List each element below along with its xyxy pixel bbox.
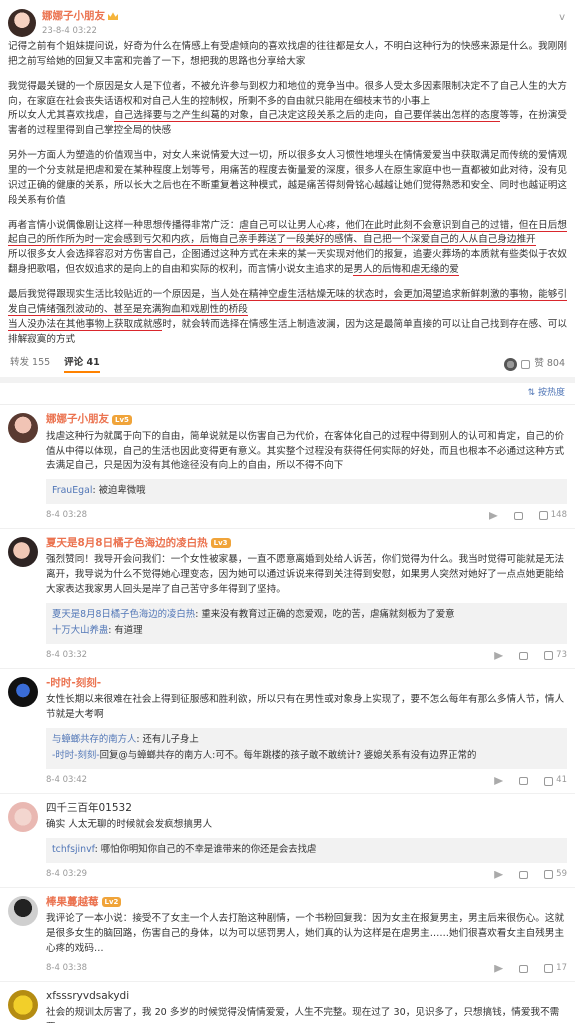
comment-text: 找虐这种行为就属于向下的自由，简单说就是以伤害自己为代价，在客体化自己的过程中得… [46,430,565,472]
commenter-avatar[interactable] [8,536,38,567]
comment-icon[interactable] [519,964,529,973]
more-options-icon[interactable]: v [559,10,565,26]
comment-icon[interactable] [519,651,529,660]
reply-text: : 被迫卑微哦 [92,485,146,497]
share-icon[interactable] [494,870,504,879]
thumb-up-icon [544,776,554,786]
reply-author[interactable]: 夏天是8月8日橘子色海边的凌白热 [52,609,195,620]
reply-box[interactable]: 夏天是8月8日橘子色海边的凌白热: 重来没有教育过正确的恋爱观，吃的苦，虐痛就刻… [46,602,567,644]
share-icon[interactable] [494,651,504,660]
comment-icon[interactable] [519,777,529,786]
comment-item: 四千三百年01532 确实 人太无聊的时候就会发疯想搞男人 tchfsjinvf… [0,794,575,888]
comment-like-button[interactable]: 73 [544,649,567,662]
comment-like-button[interactable]: 41 [544,774,567,787]
commenter-name[interactable]: 夏天是8月8日橘子色海边的凌白热 Lv3 [46,535,567,551]
comment-text: 社会的规训太厉害了，我 20 多岁的时候觉得没情情爱爱，人生不完整。现在过了 3… [46,1006,560,1023]
thumb-up-icon [544,651,554,661]
thumb-up-icon [521,359,531,369]
comment-list: 娜娜子小朋友 Lv5 找虐这种行为就属于向下的自由，简单说就是以伤害自己为代价，在… [0,405,575,1023]
comment-item: xfsssryvdsakydi 社会的规训太厉害了，我 20 多岁的时候觉得没情… [0,982,575,1023]
commenter-name[interactable]: xfsssryvdsakydi [46,988,567,1004]
author-name[interactable]: 娜娜子小朋友 [42,8,118,24]
comment-item: -时时-刻刻- 女性长期以来很难在社会上得到征服感和胜利欲，所以只有在男性或对象… [0,669,575,795]
comment-time: 8-4 03:32 [46,650,88,661]
commenter-name[interactable]: 四千三百年01532 [46,800,567,816]
post-paragraph: 记得之前有个姐妹提问说，好奇为什么在情感上有受虐倾向的喜欢找虐的往往都是女人，不… [8,41,567,67]
comment-icon[interactable] [519,870,529,879]
post-like-button[interactable]: 赞 804 [504,357,565,372]
commenter-name[interactable]: 棒果蔓越莓 Lv2 [46,894,567,910]
post-paragraph: 再者言情小说偶像剧让这样一种思想传播得非常广泛：虐自己可以让男人心疼，他们在此时… [8,219,567,277]
reply-item[interactable]: 与蟑螂共存的南方人: 还有儿子身上 [52,732,561,749]
thumb-up-icon [544,870,554,880]
comment-text: 确实 人太无聊的时候就会发疯想搞男人 [46,819,213,831]
thumb-up-icon [538,511,548,521]
underlined-text: 自己选择要与之产生纠葛的对象，自己决定这段关系之后的走向，自己要佯装出怎样的态度 [114,110,500,123]
reply-author[interactable]: -时时-刻刻- [52,750,100,761]
underlined-text: 男人的后悔和虐无缘的爱 [353,264,459,277]
liker-avatar [504,357,518,371]
sort-icon: ⇅ [527,388,538,398]
comment-time: 8-4 03:28 [46,510,88,521]
tab-comments[interactable]: 评论 41 [64,356,100,373]
comment-like-button[interactable]: 148 [538,509,567,522]
comment-like-button[interactable]: 59 [544,868,567,881]
reply-text: 回复@与蟑螂共存的南方人:可不。每年跳楼的孩子敢不敢统计? 婆媳关系有没有边界正… [99,750,477,762]
thumb-up-icon [544,964,554,974]
comment-item: 棒果蔓越莓 Lv2 我评论了一本小说：接受不了女主一个人去打胎这种剧情，一个书粉回… [0,888,575,982]
post-stats-bar: 转发 155 评论 41 赞 804 [8,351,567,377]
comment-text: 强烈赞同！我导开会问我们：一个女性被家暴，一直不愿意离婚到处给人诉苦，你们觉得为… [46,554,565,595]
reply-text: : 哪怕你明知你自己的不幸是谁带来的你还是会去找虐 [94,844,317,856]
reply-text: : 有道理 [108,625,143,637]
commenter-name[interactable]: -时时-刻刻- [46,675,567,691]
commenter-avatar[interactable] [8,989,38,1020]
comment-text: 我评论了一本小说：接受不了女主一个人去打胎这种剧情，一个书粉回复我：因为女主在报… [46,913,565,954]
author-avatar[interactable] [8,9,36,37]
post-body: 记得之前有个姐妹提问说，好奇为什么在情感上有受虐倾向的喜欢找虐的往往都是女人，不… [8,40,568,347]
comment-time: 8-4 03:29 [46,869,88,880]
post-time: 23-8-4 03:22 [42,25,97,36]
comment-item: 娜娜子小朋友 Lv5 找虐这种行为就属于向下的自由，简单说就是以伤害自己为代价，在… [0,405,575,529]
weibo-post: 娜娜子小朋友 23-8-4 03:22 v 记得之前有个姐妹提问说，好奇为什么在… [0,0,575,377]
reply-author[interactable]: 与蟑螂共存的南方人 [52,734,136,745]
reply-box[interactable]: tchfsjinvf: 哪怕你明知你自己的不幸是谁带来的你还是会去找虐 [46,838,567,863]
commenter-avatar[interactable] [8,895,38,926]
level-badge: Lv2 [101,896,122,907]
reply-box[interactable]: FrauEgal: 被迫卑微哦 [46,479,567,504]
post-header: 娜娜子小朋友 23-8-4 03:22 v [8,6,567,40]
commenter-name[interactable]: 娜娜子小朋友 Lv5 [46,411,567,427]
comment-text: 女性长期以来很难在社会上得到征服感和胜利欲，所以只有在男性或对象身上实现了，要不… [46,694,565,721]
tab-repost[interactable]: 转发 155 [10,356,50,373]
commenter-avatar[interactable] [8,676,38,707]
reply-item[interactable]: FrauEgal: 被迫卑微哦 [52,483,561,500]
underlined-text: 当人没办法在其他事物上获取成就感 [8,318,163,331]
reply-author[interactable]: FrauEgal [52,485,92,496]
commenter-avatar[interactable] [8,802,38,833]
level-badge: Lv5 [112,414,132,425]
comment-like-button[interactable]: 17 [544,962,567,975]
share-icon[interactable] [488,511,498,520]
reply-item[interactable]: tchfsjinvf: 哪怕你明知你自己的不幸是谁带来的你还是会去找虐 [52,842,561,859]
reply-author[interactable]: tchfsjinvf [52,844,95,855]
reply-box[interactable]: 与蟑螂共存的南方人: 还有儿子身上 -时时-刻刻-回复@与蟑螂共存的南方人:可不。… [46,727,567,770]
post-paragraph: 另外一方面人为塑造的价值观当中，对女人来说情爱大过一切，所以很多女人习惯性地埋头… [8,150,567,206]
comment-icon[interactable] [513,511,523,520]
reply-author[interactable]: 十万大山养蛊 [52,625,108,636]
reply-text: : 还有儿子身上 [136,733,199,745]
reply-item[interactable]: 十万大山养蛊: 有道理 [52,623,561,640]
comment-time: 8-4 03:42 [46,775,88,786]
comment-item: 夏天是8月8日橘子色海边的凌白热 Lv3 强烈赞同！我导开会问我们：一个女性被家暴… [0,529,575,669]
comment-time: 8-4 03:38 [46,962,88,973]
share-icon[interactable] [494,964,504,973]
sort-toggle[interactable]: ⇅ 按热度 [0,383,575,406]
reply-text: : 重来没有教育过正确的恋爱观，吃的苦，虐痛就刻板为了爱意 [195,608,455,620]
reply-item[interactable]: -时时-刻刻-回复@与蟑螂共存的南方人:可不。每年跳楼的孩子敢不敢统计? 婆媳关… [52,748,561,765]
share-icon[interactable] [494,777,504,786]
commenter-avatar[interactable] [8,413,38,444]
reply-item[interactable]: 夏天是8月8日橘子色海边的凌白热: 重来没有教育过正确的恋爱观，吃的苦，虐痛就刻… [52,607,561,624]
post-paragraph: 我觉得最关键的一个原因是女人是下位者，不被允许参与到权力和地位的竞争当中。很多人… [8,80,568,137]
post-paragraph: 最后我觉得跟现实生活比较贴近的一个原因是，当人处在精神空虚生活枯燥无味的状态时，… [8,289,568,345]
level-badge: Lv3 [210,538,231,549]
crown-icon [108,12,118,21]
